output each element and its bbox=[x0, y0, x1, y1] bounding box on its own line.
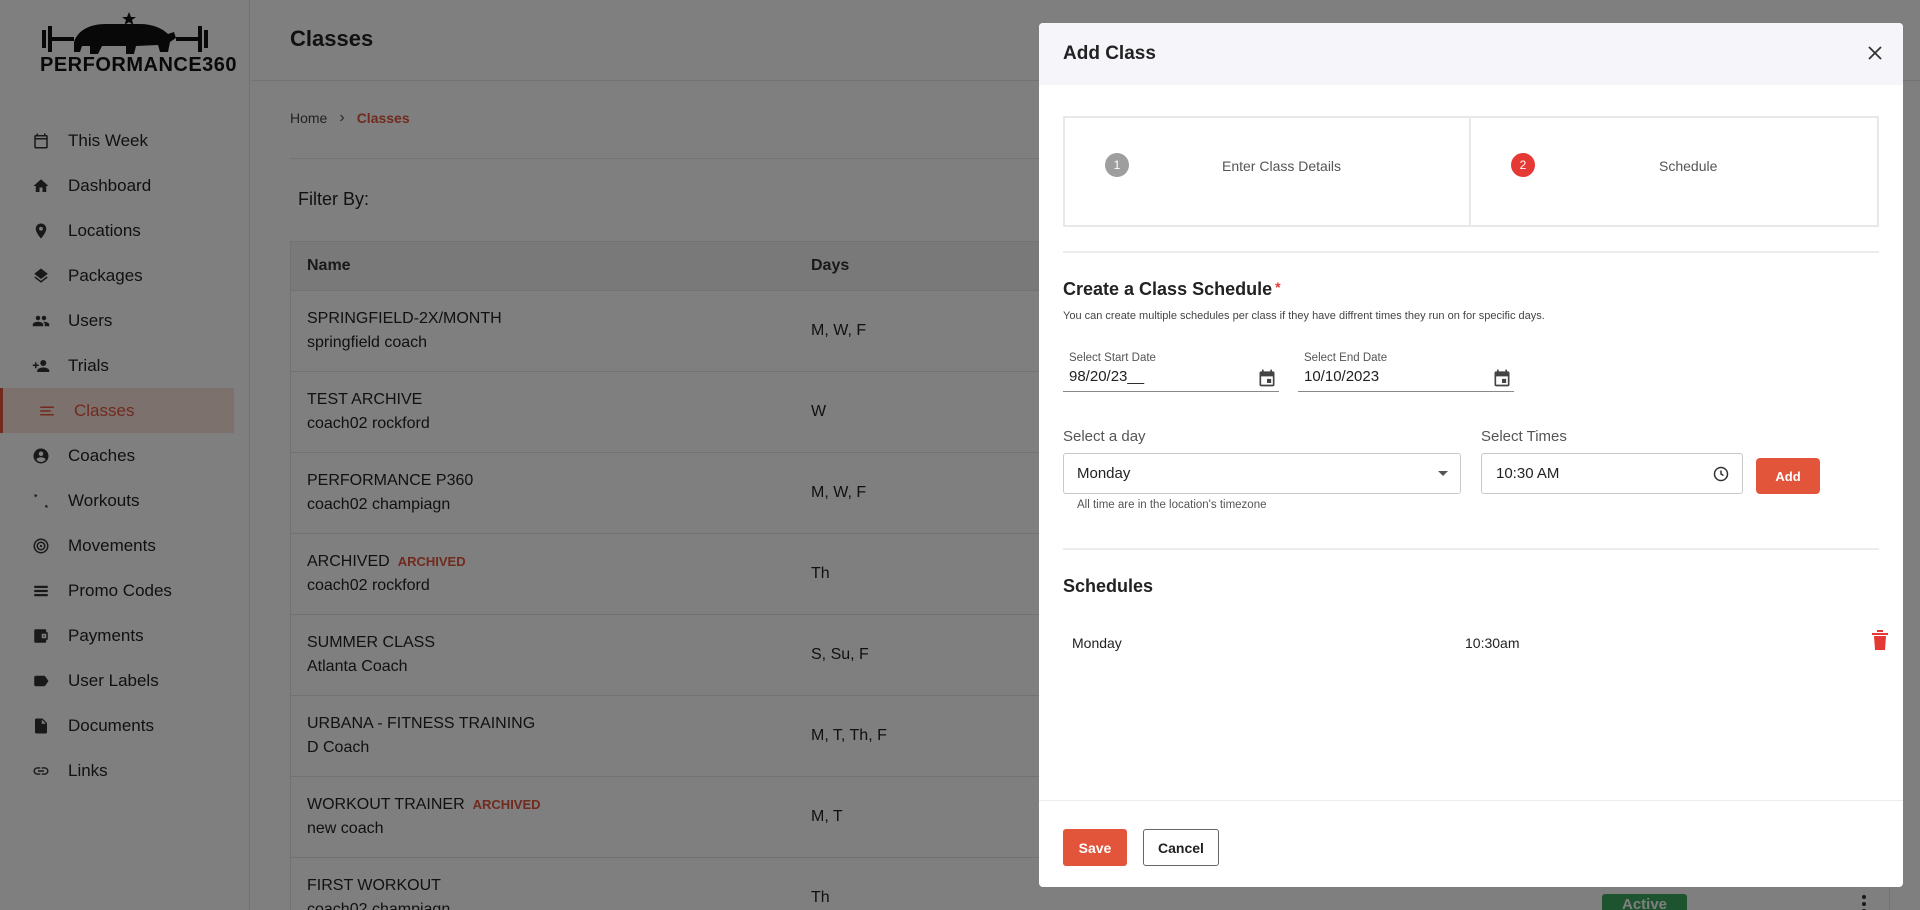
step-class-details[interactable]: 1 Enter Class Details bbox=[1063, 116, 1471, 227]
end-date-field[interactable]: Select End Date 10/10/2023 bbox=[1298, 352, 1514, 392]
schedule-hint: You can create multiple schedules per cl… bbox=[1063, 310, 1545, 322]
cancel-button[interactable]: Cancel bbox=[1143, 829, 1219, 866]
schedule-row: Monday 10:30am bbox=[1063, 629, 1888, 657]
timezone-hint: All time are in the location's timezone bbox=[1077, 499, 1267, 511]
divider bbox=[1063, 548, 1879, 550]
schedules-title: Schedules bbox=[1063, 576, 1154, 596]
calendar-icon[interactable] bbox=[1492, 368, 1512, 388]
calendar-icon[interactable] bbox=[1257, 368, 1277, 388]
time-input[interactable]: 10:30 AM bbox=[1481, 453, 1743, 494]
modal-footer: Save Cancel bbox=[1039, 800, 1903, 887]
modal-header: Add Class bbox=[1039, 23, 1903, 85]
schedule-section-title: Create a Class Schedule * bbox=[1063, 279, 1281, 300]
start-date-label: Select Start Date bbox=[1069, 352, 1156, 364]
modal-title: Add Class bbox=[1063, 43, 1156, 64]
caret-down-icon bbox=[1438, 471, 1448, 476]
required-mark: * bbox=[1275, 279, 1281, 295]
close-button[interactable] bbox=[1861, 39, 1889, 67]
start-date-field[interactable]: Select Start Date 98/20/23__ bbox=[1063, 352, 1279, 392]
step-schedule[interactable]: 2 Schedule bbox=[1471, 116, 1879, 227]
section-title-text: Create a Class Schedule bbox=[1063, 279, 1273, 299]
schedule-time: 10:30am bbox=[1465, 635, 1520, 651]
step-label: Enter Class Details bbox=[1222, 158, 1342, 174]
start-date-value: 98/20/23__ bbox=[1069, 368, 1145, 385]
day-select[interactable]: Monday bbox=[1063, 453, 1461, 494]
day-select-value: Monday bbox=[1077, 465, 1131, 482]
close-icon bbox=[1868, 46, 1882, 60]
trash-icon[interactable] bbox=[1871, 629, 1889, 651]
time-input-value: 10:30 AM bbox=[1496, 465, 1560, 482]
step-label: Schedule bbox=[1659, 158, 1718, 174]
add-schedule-button[interactable]: Add bbox=[1756, 458, 1820, 494]
add-class-modal: Add Class 1 Enter Class Details 2 Schedu… bbox=[1039, 23, 1903, 887]
stepper: 1 Enter Class Details 2 Schedule bbox=[1063, 116, 1879, 227]
save-button[interactable]: Save bbox=[1063, 829, 1127, 866]
step-number: 2 bbox=[1511, 153, 1535, 177]
end-date-label: Select End Date bbox=[1304, 352, 1388, 364]
divider bbox=[1063, 251, 1879, 253]
clock-icon[interactable] bbox=[1713, 466, 1729, 482]
time-select-label: Select Times bbox=[1481, 428, 1567, 445]
day-select-label: Select a day bbox=[1063, 428, 1146, 445]
schedule-day: Monday bbox=[1072, 635, 1122, 651]
step-number: 1 bbox=[1105, 153, 1129, 177]
end-date-value: 10/10/2023 bbox=[1304, 368, 1380, 385]
